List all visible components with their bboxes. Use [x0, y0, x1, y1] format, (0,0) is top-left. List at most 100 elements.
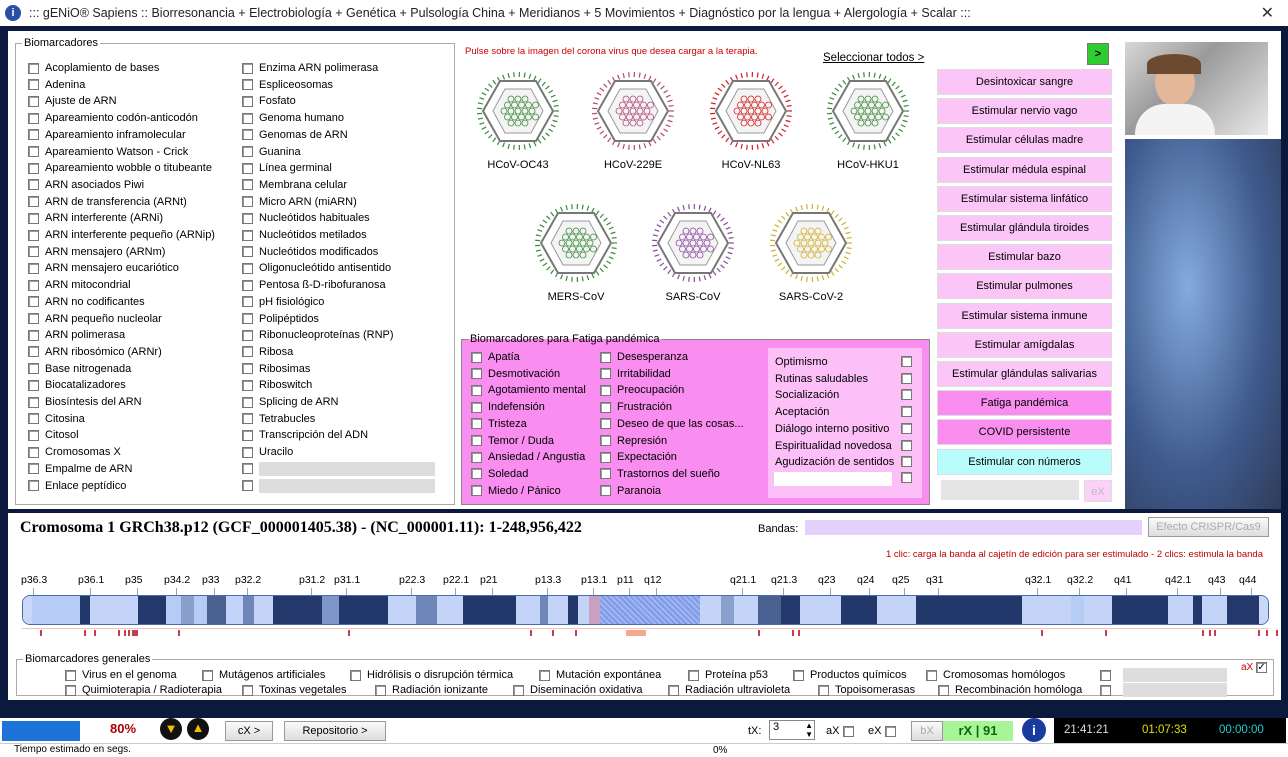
- checkbox[interactable]: [28, 396, 39, 408]
- chromosome-band[interactable]: [877, 596, 916, 624]
- chromosome-band[interactable]: [415, 596, 438, 624]
- virus-hcov-nl63[interactable]: HCoV-NL63: [696, 71, 806, 171]
- checkbox[interactable]: [926, 669, 937, 681]
- checkbox[interactable]: [242, 129, 253, 141]
- biomarker-item[interactable]: Citosol: [28, 427, 79, 443]
- biomarker-item[interactable]: Riboswitch: [242, 377, 312, 393]
- checkbox[interactable]: [350, 669, 361, 681]
- checkbox[interactable]: [28, 229, 39, 241]
- checkbox[interactable]: [242, 329, 253, 341]
- checkbox[interactable]: [818, 684, 829, 696]
- checkbox[interactable]: [242, 463, 253, 475]
- biomarker-item[interactable]: Nucleótidos modificados: [242, 244, 378, 260]
- general-item[interactable]: Productos químicos: [793, 667, 907, 683]
- general-item[interactable]: Recombinación homóloga: [938, 682, 1082, 698]
- checkbox[interactable]: [242, 684, 253, 696]
- biomarker-custom[interactable]: [242, 461, 435, 477]
- checkbox[interactable]: [471, 451, 482, 463]
- checkbox[interactable]: [202, 669, 213, 681]
- checkbox[interactable]: [242, 229, 253, 241]
- general-item[interactable]: Toxinas vegetales: [242, 682, 346, 698]
- info-icon[interactable]: i: [1022, 718, 1046, 742]
- positive-custom-input[interactable]: [774, 472, 892, 486]
- biomarker-item[interactable]: Espliceosomas: [242, 77, 333, 93]
- chromosome-band[interactable]: [578, 596, 589, 624]
- biomarker-item[interactable]: Nucleótidos metilados: [242, 227, 367, 243]
- biomarker-item[interactable]: Genoma humano: [242, 110, 344, 126]
- positive-item[interactable]: Diálogo interno positivo: [775, 421, 912, 437]
- fatiga-item[interactable]: Miedo / Pánico: [471, 483, 561, 499]
- action-button[interactable]: Estimular glándula tiroides: [937, 215, 1112, 241]
- biomarker-item[interactable]: ARN de transferencia (ARNt): [28, 194, 187, 210]
- biomarker-item[interactable]: Biosíntesis del ARN: [28, 394, 142, 410]
- biomarker-item[interactable]: ARN interferente (ARNi): [28, 210, 163, 226]
- chromosome-band[interactable]: [915, 596, 1023, 624]
- select-all-link[interactable]: Seleccionar todos >: [823, 52, 924, 64]
- checkbox[interactable]: [28, 146, 39, 158]
- checkbox[interactable]: [688, 669, 699, 681]
- action-button[interactable]: Desintoxicar sangre: [937, 69, 1112, 95]
- biomarker-item[interactable]: Ajuste de ARN: [28, 93, 117, 109]
- biomarker-item[interactable]: Polipéptidos: [242, 311, 319, 327]
- band-label[interactable]: q32.1: [1025, 574, 1051, 586]
- checkbox[interactable]: [28, 112, 39, 124]
- biomarker-item[interactable]: Acoplamiento de bases: [28, 60, 159, 76]
- biomarker-item[interactable]: Enlace peptídico: [28, 478, 126, 494]
- biomarker-item[interactable]: Micro ARN (miARN): [242, 194, 357, 210]
- checkbox[interactable]: [28, 463, 39, 475]
- checkbox[interactable]: [242, 313, 253, 325]
- positive-item[interactable]: Agudización de sentidos: [775, 454, 912, 470]
- checkbox[interactable]: [242, 79, 253, 91]
- checkbox[interactable]: [28, 279, 39, 291]
- biomarker-item[interactable]: Apareamiento Watson - Crick: [28, 144, 188, 160]
- checkbox[interactable]: [28, 329, 39, 341]
- virus-hcov-oc43[interactable]: HCoV-OC43: [463, 71, 573, 171]
- checkbox[interactable]: [242, 480, 253, 492]
- checkbox[interactable]: [600, 451, 611, 463]
- checkbox[interactable]: [600, 485, 611, 497]
- band-label[interactable]: p34.2: [164, 574, 190, 586]
- checkbox[interactable]: [242, 95, 253, 107]
- action-button[interactable]: Estimular con números: [937, 448, 1112, 475]
- biomarker-item[interactable]: Línea germinal: [242, 160, 332, 176]
- general-item[interactable]: Virus en el genoma: [65, 667, 177, 683]
- chromosome-band[interactable]: [1022, 596, 1072, 624]
- chromosome-band[interactable]: [1193, 596, 1202, 624]
- biomarker-item[interactable]: Ribosimas: [242, 361, 310, 377]
- cx-button[interactable]: cX >: [225, 721, 273, 741]
- checkbox[interactable]: [513, 684, 524, 696]
- action-button[interactable]: Estimular pulmones: [937, 273, 1112, 300]
- band-label[interactable]: q31: [926, 574, 944, 586]
- fatiga-item[interactable]: Irritabilidad: [600, 366, 671, 382]
- band-label[interactable]: q23: [818, 574, 836, 586]
- checkbox[interactable]: [242, 346, 253, 358]
- band-label[interactable]: q21.1: [730, 574, 756, 586]
- virus-hcov-229e[interactable]: HCoV-229E: [578, 71, 688, 171]
- chromosome-band[interactable]: [1167, 596, 1194, 624]
- general-item[interactable]: Mutación expontánea: [539, 667, 661, 683]
- biomarker-item[interactable]: Membrana celular: [242, 177, 347, 193]
- general-item[interactable]: Radiación ultravioleta: [668, 682, 790, 698]
- band-label[interactable]: q44: [1239, 574, 1257, 586]
- chromosome-band[interactable]: [840, 596, 878, 624]
- biomarker-item[interactable]: Apareamiento inframolecular: [28, 127, 186, 143]
- checkbox[interactable]: [539, 669, 550, 681]
- action-button[interactable]: Estimular amígdalas: [937, 331, 1112, 358]
- biomarker-item[interactable]: Ribosa: [242, 344, 293, 360]
- virus-sars-cov-2[interactable]: SARS-CoV-2: [756, 203, 866, 303]
- checkbox[interactable]: [28, 480, 39, 492]
- ax-status-checkbox[interactable]: aX: [826, 723, 860, 739]
- fatiga-item[interactable]: Trastornos del sueño: [600, 466, 720, 482]
- checkbox[interactable]: [668, 684, 679, 696]
- checkbox[interactable]: [65, 669, 76, 681]
- checkbox[interactable]: [242, 112, 253, 124]
- checkbox[interactable]: [471, 368, 482, 380]
- biomarker-item[interactable]: ARN pequeño nucleolar: [28, 311, 162, 327]
- positive-item[interactable]: Socialización: [775, 387, 912, 403]
- positive-item[interactable]: Espiritualidad novedosa: [775, 438, 912, 454]
- band-label[interactable]: q32.2: [1067, 574, 1093, 586]
- chromosome-band[interactable]: [462, 596, 517, 624]
- general-item[interactable]: Quimioterapia / Radioterapia: [65, 682, 222, 698]
- rx-display[interactable]: rX | 91: [943, 721, 1013, 741]
- biomarker-item[interactable]: Cromosomas X: [28, 444, 121, 460]
